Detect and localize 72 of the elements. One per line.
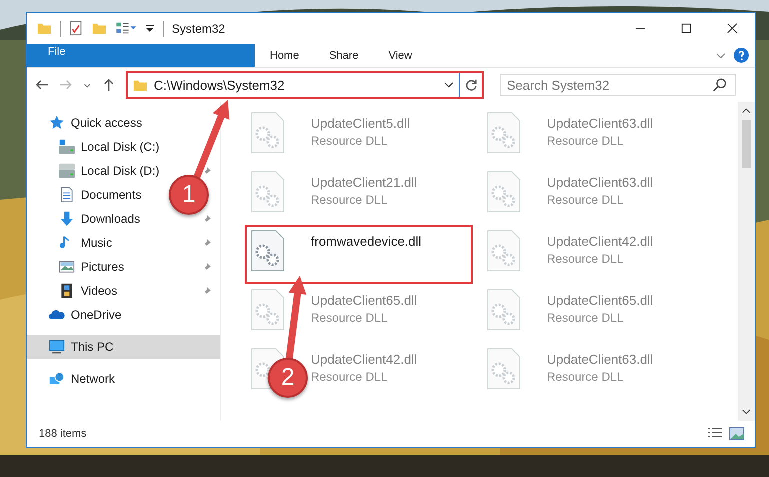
file-type: Resource DLL [311,311,389,325]
file-name: fromwavedevice.dll [311,234,422,249]
network-icon [49,371,65,387]
refresh-icon [464,78,478,92]
item-count: 188 items [39,428,87,440]
file-name[interactable]: UpdateClient21.dll [311,175,418,190]
scroll-down-icon[interactable] [742,408,751,416]
sidebar-item[interactable]: Pictures [27,255,220,279]
file-name[interactable]: UpdateClient63.dll [547,352,654,367]
sidebar-item[interactable]: Music [27,231,220,255]
address-field[interactable]: C:\Windows\System32 [128,73,460,97]
gear-file-icon [487,171,521,213]
close-icon [726,23,738,34]
up-icon[interactable] [102,78,116,92]
gear-file-icon [487,230,521,272]
customize-caret-icon[interactable] [145,24,155,34]
file-type: Resource DLL [311,134,389,148]
maximize-icon [680,23,692,34]
gear-file-icon [487,289,521,331]
file-type: Resource DLL [547,370,625,384]
view-dropdown-icon[interactable] [115,21,137,36]
sidebar-item[interactable]: Network [27,367,124,391]
sidebar-item[interactable]: Local Disk (C:) [27,135,168,159]
gear-file-icon [487,112,521,154]
file-type: Resource DLL [311,193,389,207]
expand-ribbon-icon[interactable] [716,50,726,60]
scrollbar[interactable] [738,102,755,421]
file-name[interactable]: UpdateClient65.dll [547,293,654,308]
search-icon[interactable] [713,78,728,93]
file-name[interactable]: UpdateClient42.dll [547,234,654,249]
back-icon[interactable] [35,78,49,92]
help-icon[interactable] [734,48,749,63]
file-type: Resource DLL [547,193,625,207]
gear-file-icon [251,171,285,213]
gear-file-icon [251,289,285,331]
scroll-up-icon[interactable] [742,107,751,115]
file-name[interactable]: UpdateClient63.dll [547,175,654,190]
file-name[interactable]: UpdateClient5.dll [311,116,410,131]
sidebar-item[interactable]: OneDrive [27,303,130,327]
ribbon-tab[interactable]: File [27,44,255,67]
scrollbar-thumb[interactable] [742,120,751,168]
gear-file-icon [487,348,521,390]
gear-file-icon [251,230,285,272]
window-title: System32 [172,22,226,36]
file-name[interactable]: UpdateClient63.dll [547,116,654,131]
pc-icon [49,339,65,355]
file-type: Resource DLL [547,311,625,325]
document-icon [59,187,75,203]
search-field[interactable]: Search System32 [500,74,736,96]
ribbon-tab[interactable]: Home [255,44,314,67]
file-type: Resource DLL [547,252,625,266]
drive-icon [59,163,75,179]
file-type: Resource DLL [547,134,625,148]
star-icon [49,115,65,131]
file-name[interactable]: UpdateClient42.dll [311,352,418,367]
properties-icon[interactable] [69,21,84,36]
file-type: Resource DLL [311,370,389,384]
pictures-icon [59,259,75,275]
file-name[interactable]: UpdateClient65.dll [311,293,418,308]
sidebar-item[interactable]: Videos [27,279,220,303]
sidebar-item[interactable]: This PC [27,335,220,359]
ribbon-tab[interactable]: View [374,44,428,67]
download-icon [59,211,75,227]
dropdown-caret-icon[interactable] [444,80,454,90]
file-tile[interactable]: fromwavedevice.dll [245,225,473,284]
sidebar-item[interactable]: Quick access [27,111,150,135]
thumbnail-view-icon[interactable] [729,427,745,441]
drive-c-icon [59,139,75,155]
gear-file-icon [251,112,285,154]
videos-icon [59,283,75,299]
sidebar-item[interactable]: Documents [27,183,150,207]
ribbon-tab[interactable]: Share [314,44,374,67]
